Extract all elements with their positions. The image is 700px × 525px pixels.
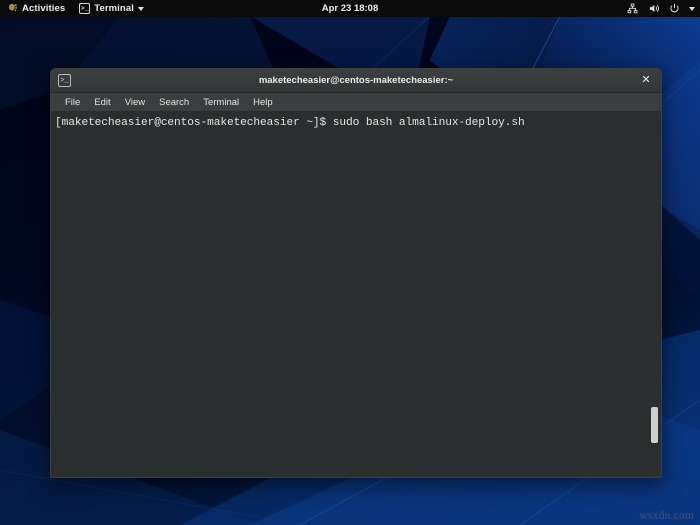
app-menu-label: Terminal	[94, 3, 134, 14]
menu-edit[interactable]: Edit	[88, 95, 116, 110]
volume-icon	[647, 2, 660, 15]
close-button[interactable]: ✕	[639, 74, 653, 88]
activities-button[interactable]: Activities	[0, 0, 72, 17]
terminal-icon: >_	[79, 3, 91, 14]
chevron-down-icon[interactable]	[689, 6, 695, 11]
window-titlebar[interactable]: >_ maketecheasier@centos-maketecheasier:…	[51, 69, 661, 93]
top-bar-left-group: Activities >_ Terminal	[0, 0, 151, 17]
power-icon	[668, 2, 681, 15]
watermark: wsxdn.com	[639, 510, 694, 522]
menu-bar[interactable]: File Edit View Search Terminal Help	[51, 93, 661, 112]
gnome-top-bar: Activities >_ Terminal Apr 23 18:08	[0, 0, 700, 17]
menu-help[interactable]: Help	[247, 95, 279, 110]
terminal-command-line: [maketecheasier@centos-maketecheasier ~]…	[55, 117, 525, 129]
network-wired-icon	[626, 2, 639, 15]
menu-file[interactable]: File	[59, 95, 86, 110]
terminal-output-area[interactable]: [maketecheasier@centos-maketecheasier ~]…	[51, 112, 661, 476]
app-menu-button[interactable]: >_ Terminal	[72, 0, 151, 17]
terminal-scrollbar[interactable]	[649, 112, 660, 476]
gnome-footprint-icon	[7, 3, 18, 14]
terminal-window[interactable]: >_ maketecheasier@centos-maketecheasier:…	[50, 68, 662, 478]
scrollbar-thumb[interactable]	[651, 407, 658, 443]
menu-terminal[interactable]: Terminal	[197, 95, 245, 110]
terminal-icon: >_	[58, 74, 71, 87]
system-status-area[interactable]	[626, 0, 695, 17]
window-title: maketecheasier@centos-maketecheasier:~	[258, 75, 454, 86]
menu-search[interactable]: Search	[153, 95, 195, 110]
chevron-down-icon	[137, 6, 144, 11]
menu-view[interactable]: View	[119, 95, 151, 110]
activities-label: Activities	[22, 3, 66, 14]
desktop-wallpaper: Activities >_ Terminal Apr 23 18:08 >_ m…	[0, 0, 700, 525]
